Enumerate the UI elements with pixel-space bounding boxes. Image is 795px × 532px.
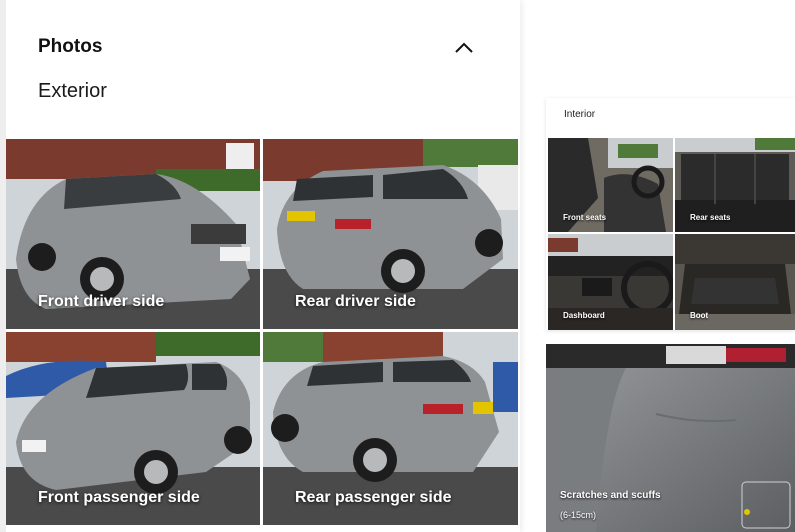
damage-photo-image: [546, 344, 795, 532]
damage-size-label: (6-15cm): [560, 510, 597, 520]
tile-label: Rear passenger side: [295, 489, 452, 506]
photos-panel: Photos Exterior Front driver side Rear d…: [0, 0, 520, 532]
damage-photo-scratches[interactable]: Scratches and scuffs (6-15cm): [546, 344, 795, 532]
interior-photos-card: Interior Front seats Rear seats Dashboar…: [546, 98, 795, 330]
exterior-photo-front-passenger-side[interactable]: Front passenger side: [6, 332, 260, 525]
exterior-photo-grid: Front driver side Rear driver side Front…: [6, 139, 518, 525]
chevron-up-icon[interactable]: [452, 38, 476, 58]
exterior-photo-rear-passenger-side[interactable]: Rear passenger side: [263, 332, 518, 525]
tile-label: Boot: [690, 311, 709, 320]
exterior-heading: Exterior: [38, 80, 107, 102]
tile-label: Rear driver side: [295, 293, 416, 310]
interior-photo-boot[interactable]: Boot: [675, 234, 795, 330]
photos-heading: Photos: [38, 36, 103, 57]
tile-label: Dashboard: [563, 311, 605, 320]
exterior-photo-rear-driver-side[interactable]: Rear driver side: [263, 139, 518, 329]
tile-label: Front driver side: [38, 293, 165, 310]
tile-label: Front passenger side: [38, 489, 200, 506]
interior-photo-rear-seats[interactable]: Rear seats: [675, 138, 795, 232]
interior-photo-front-seats[interactable]: Front seats: [548, 138, 673, 232]
photos-page: Photos Exterior Front driver side Rear d…: [0, 0, 795, 532]
tile-label: Front seats: [563, 213, 607, 222]
exterior-photo-front-driver-side[interactable]: Front driver side: [6, 139, 260, 329]
tile-label: Rear seats: [690, 213, 731, 222]
damage-type-label: Scratches and scuffs: [560, 490, 661, 501]
interior-heading: Interior: [564, 109, 596, 120]
interior-photo-grid: Front seats Rear seats Dashboard Boot: [548, 138, 795, 330]
interior-photo-dashboard[interactable]: Dashboard: [548, 234, 673, 330]
